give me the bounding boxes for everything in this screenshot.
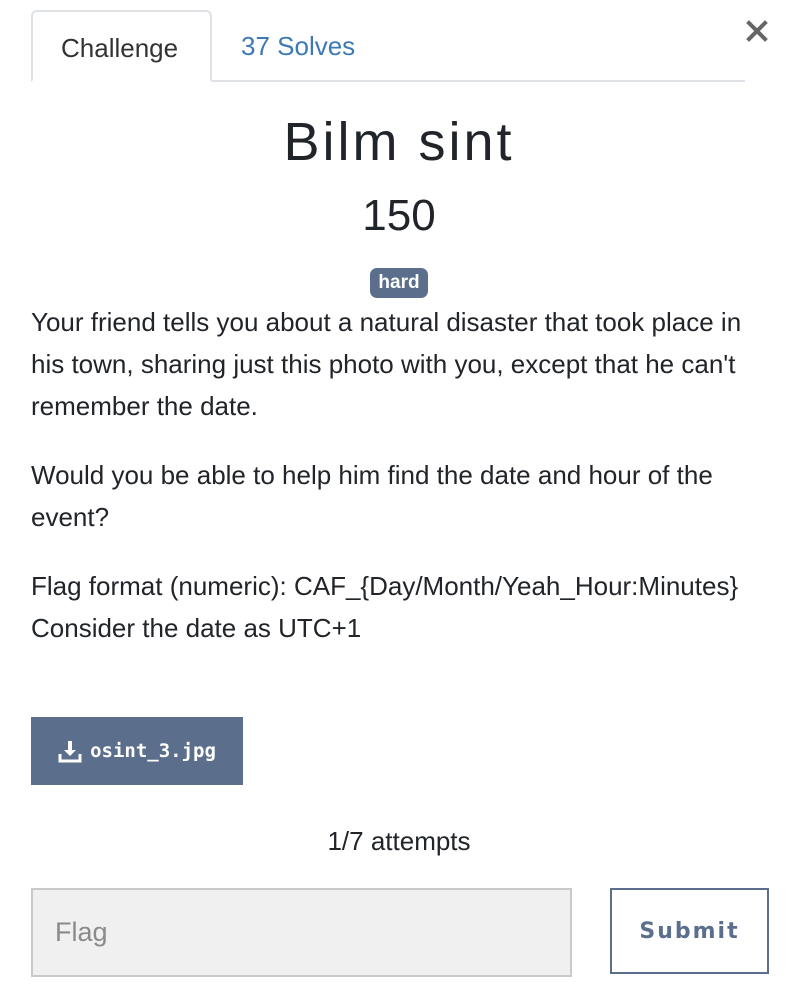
flag-input[interactable] [31, 888, 572, 977]
download-icon [58, 741, 82, 763]
download-filename: osint_3.jpg [90, 740, 216, 762]
challenge-title: Bilm sint [283, 112, 515, 172]
challenge-description: Your friend tells you about a natural di… [31, 301, 771, 676]
submit-button[interactable]: Submit [610, 888, 769, 974]
description-paragraph: Flag format (numeric): CAF_{Day/Month/Ye… [31, 571, 739, 643]
tab-challenge[interactable]: Challenge [31, 10, 212, 82]
tab-solves[interactable]: 37 Solves [212, 10, 384, 82]
close-button[interactable] [740, 14, 774, 48]
close-icon [746, 20, 768, 42]
challenge-tabs: Challenge 37 Solves [31, 10, 745, 82]
download-file-button[interactable]: osint_3.jpg [31, 717, 243, 785]
challenge-points: 150 [362, 191, 436, 240]
attempts-counter: 1/7 attempts [327, 826, 471, 856]
description-paragraph: Would you be able to help him find the d… [31, 460, 713, 532]
difficulty-badge: hard [370, 268, 428, 298]
description-paragraph: Your friend tells you about a natural di… [31, 307, 742, 421]
